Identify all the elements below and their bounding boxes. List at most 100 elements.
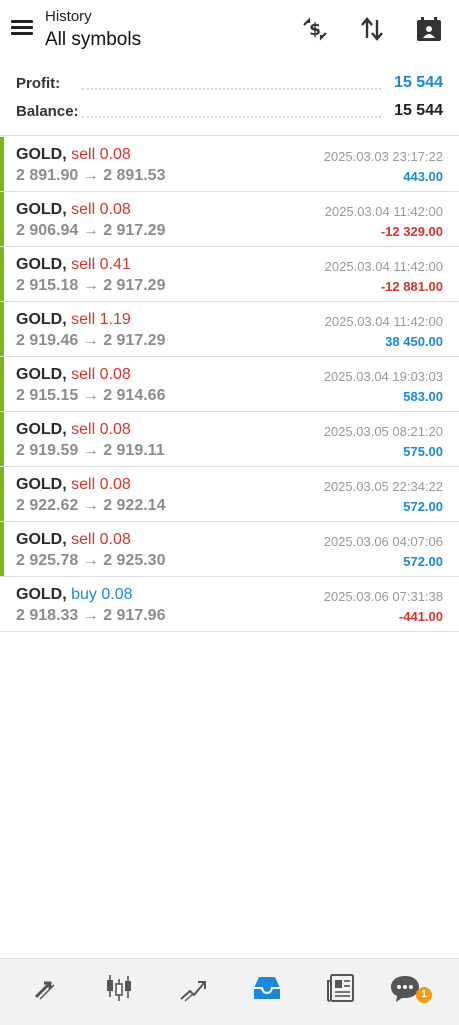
trade-row[interactable]: GOLD, sell 0.08 2 915.15 → 2 914.66 2025.0… [0, 357, 459, 412]
position-indicator-bar [0, 467, 4, 521]
chat-badge: 1 [416, 987, 432, 1003]
trade-history-list: GOLD, sell 0.08 2 891.90 → 2 891.53 2025.0… [0, 137, 459, 632]
dotted-leader [82, 116, 381, 118]
profit-row: Profit: 15 544 [0, 70, 459, 98]
close-price: 2 917.29 [103, 222, 166, 239]
trade-profit: 38 450.00 [385, 334, 443, 349]
trade-volume: 0.41 [99, 256, 131, 273]
close-price: 2 917.29 [103, 277, 166, 294]
trade-profit: 572.00 [403, 554, 443, 569]
profit-value: 15 544 [394, 74, 443, 91]
arrow-right-icon: → [82, 167, 99, 184]
trade-profit: -12 329.00 [380, 224, 443, 239]
open-price: 2 918.33 [16, 607, 79, 624]
trade-side: sell [71, 201, 96, 218]
trade-symbol: GOLD, [16, 146, 67, 163]
open-price: 2 919.59 [16, 442, 79, 459]
calendar-icon[interactable] [414, 14, 444, 44]
trade-profit: 443.00 [403, 169, 443, 184]
trade-title: GOLD, sell 0.08 [16, 366, 131, 384]
trade-prices: 2 915.18 → 2 917.29 [16, 277, 165, 295]
trade-symbol: GOLD, [16, 311, 67, 328]
trade-volume: 0.08 [101, 586, 133, 603]
trade-row[interactable]: GOLD, sell 0.41 2 915.18 → 2 917.29 2025.0… [0, 247, 459, 302]
trade-volume: 0.08 [99, 366, 131, 383]
currency-exchange-icon[interactable]: $ [300, 14, 330, 44]
trade-title: GOLD, buy 0.08 [16, 586, 133, 604]
trade-title: GOLD, sell 0.08 [16, 146, 131, 164]
trade-prices: 2 906.94 → 2 917.29 [16, 222, 165, 240]
trade-symbol: GOLD, [16, 366, 67, 383]
position-indicator-bar [0, 357, 4, 411]
page-subtitle: History [45, 8, 92, 25]
trade-row[interactable]: GOLD, sell 0.08 2 919.59 → 2 919.11 2025.0… [0, 412, 459, 467]
arrow-right-icon: → [82, 497, 99, 514]
open-price: 2 915.18 [16, 277, 79, 294]
position-indicator-bar [0, 137, 4, 191]
trade-title: GOLD, sell 0.08 [16, 421, 131, 439]
arrow-right-icon: → [82, 332, 99, 349]
trade-side: sell [71, 311, 96, 328]
history-icon[interactable] [250, 971, 284, 1005]
open-price: 2 915.15 [16, 387, 79, 404]
account-summary: Profit: 15 544 Balance: 15 544 [0, 70, 459, 126]
chart-icon[interactable] [102, 971, 136, 1005]
trade-row[interactable]: GOLD, sell 0.08 2 922.62 → 2 922.14 2025.0… [0, 467, 459, 522]
trade-time: 2025.03.04 19:03:03 [323, 369, 443, 384]
trade-symbol: GOLD, [16, 256, 67, 273]
open-price: 2 891.90 [16, 167, 79, 184]
close-price: 2 914.66 [103, 387, 166, 404]
trade-title: GOLD, sell 0.08 [16, 531, 131, 549]
arrow-right-icon: → [82, 277, 99, 294]
close-price: 2 891.53 [103, 167, 166, 184]
trade-row[interactable]: GOLD, sell 0.08 2 891.90 → 2 891.53 2025.0… [0, 137, 459, 192]
arrow-right-icon: → [82, 387, 99, 404]
menu-icon[interactable] [11, 18, 33, 36]
trade-symbol: GOLD, [16, 421, 67, 438]
trade-side: sell [71, 421, 96, 438]
quotes-icon[interactable] [28, 971, 62, 1005]
arrow-right-icon: → [82, 442, 99, 459]
trade-side: sell [71, 366, 96, 383]
profit-label: Profit: [16, 75, 61, 92]
trade-row[interactable]: GOLD, sell 0.08 2 925.78 → 2 925.30 2025.0… [0, 522, 459, 577]
trade-profit: 572.00 [403, 499, 443, 514]
trade-symbol: GOLD, [16, 531, 67, 548]
sort-icon[interactable] [357, 14, 387, 44]
trade-icon[interactable] [176, 971, 210, 1005]
trade-volume: 0.08 [99, 201, 131, 218]
open-price: 2 922.62 [16, 497, 79, 514]
news-icon[interactable] [324, 971, 358, 1005]
close-price: 2 917.29 [103, 332, 166, 349]
trade-prices: 2 919.46 → 2 917.29 [16, 332, 165, 350]
trade-row[interactable]: GOLD, sell 0.08 2 906.94 → 2 917.29 2025.0… [0, 192, 459, 247]
top-app-bar: History All symbols $ [0, 0, 459, 62]
trade-row[interactable]: GOLD, sell 1.19 2 919.46 → 2 917.29 2025.0… [0, 302, 459, 357]
arrow-right-icon: → [82, 607, 99, 624]
trade-row[interactable]: GOLD, buy 0.08 2 918.33 → 2 917.96 2025.03… [0, 577, 459, 632]
svg-text:$: $ [309, 20, 321, 40]
position-indicator-bar [0, 302, 4, 356]
symbol-filter-title[interactable]: All symbols [45, 29, 141, 51]
trade-side: sell [71, 256, 96, 273]
trade-time: 2025.03.05 22:34:22 [323, 479, 443, 494]
trade-prices: 2 918.33 → 2 917.96 [16, 607, 165, 625]
balance-row: Balance: 15 544 [0, 98, 459, 126]
trade-volume: 0.08 [99, 531, 131, 548]
position-indicator-bar [0, 247, 4, 301]
close-price: 2 922.14 [103, 497, 166, 514]
trade-side: sell [71, 146, 96, 163]
trade-title: GOLD, sell 0.41 [16, 256, 131, 274]
close-price: 2 925.30 [103, 552, 166, 569]
trade-symbol: GOLD, [16, 476, 67, 493]
arrow-right-icon: → [82, 222, 99, 239]
open-price: 2 925.78 [16, 552, 79, 569]
trade-time: 2025.03.06 07:31:38 [323, 589, 443, 604]
trade-time: 2025.03.04 11:42:00 [324, 204, 443, 219]
trade-time: 2025.03.05 08:21:20 [323, 424, 443, 439]
trade-volume: 1.19 [99, 311, 131, 328]
trade-volume: 0.08 [99, 421, 131, 438]
trade-time: 2025.03.06 04:07:06 [323, 534, 443, 549]
trade-time: 2025.03.03 23:17:22 [323, 149, 443, 164]
balance-value: 15 544 [394, 102, 443, 119]
